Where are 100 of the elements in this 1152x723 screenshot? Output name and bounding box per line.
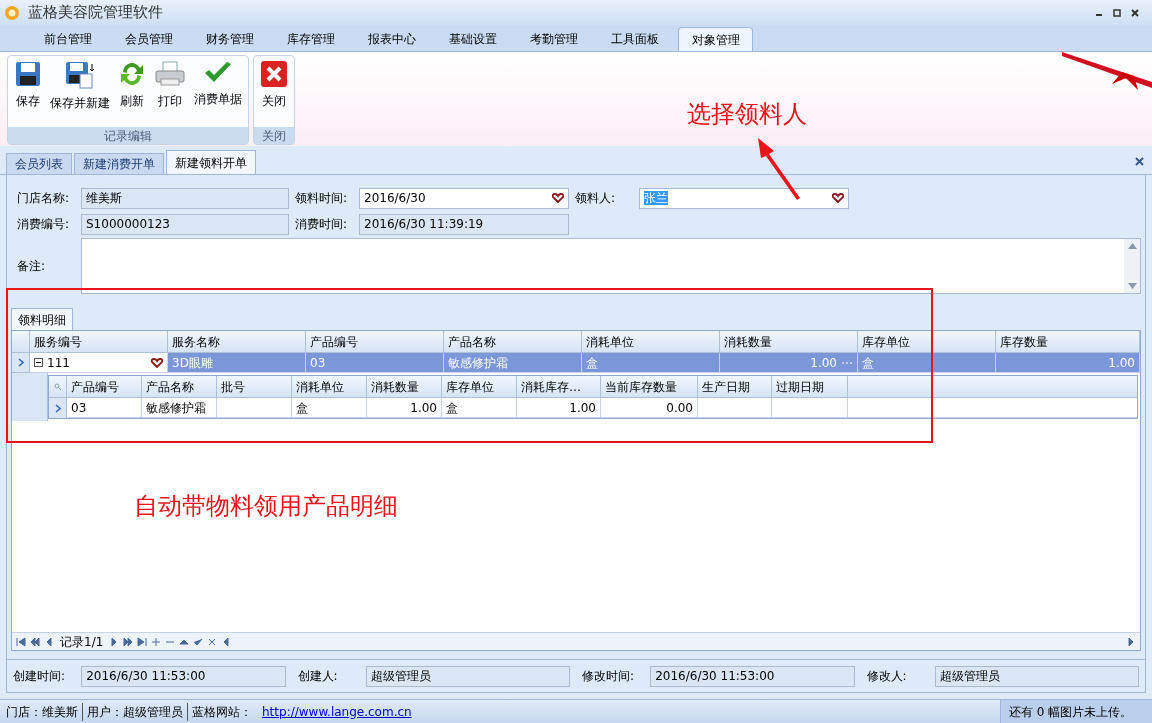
column-header[interactable]: 产品名称 xyxy=(444,331,582,353)
first-page-icon[interactable] xyxy=(16,636,26,647)
cell-text: 盒 xyxy=(446,399,458,417)
column-header[interactable]: 库存单位 xyxy=(442,376,517,398)
cell-text: 03 xyxy=(310,354,326,372)
menu-tab[interactable]: 财务管理 xyxy=(192,27,267,51)
column-header[interactable]: 批号 xyxy=(217,376,292,398)
previous-page-icon[interactable] xyxy=(30,636,40,647)
annotation-text: 自动带物料领用产品明细 xyxy=(134,491,398,522)
column-header[interactable]: 生产日期 xyxy=(698,376,772,398)
cell-text: 3D眼雕 xyxy=(172,354,213,372)
column-header[interactable]: 过期日期 xyxy=(772,376,848,398)
menu-tab[interactable]: 库存管理 xyxy=(273,27,348,51)
input-field[interactable]: 2016/6/30 11:53:00 xyxy=(81,665,286,687)
menu-tab[interactable]: 考勤管理 xyxy=(516,27,591,51)
field-value: 2016/6/30 11:53:00 xyxy=(655,668,776,685)
last-page-icon[interactable] xyxy=(137,636,148,647)
document-tab[interactable]: 新建消费开单 xyxy=(74,153,164,174)
flower-logo-icon xyxy=(4,4,20,21)
input-field[interactable]: 2016/6/30 11:53:00 xyxy=(650,665,855,687)
cell-text: 敏感修护霜 xyxy=(146,399,206,417)
field-label: 消费编号: xyxy=(16,216,71,233)
cell-text: 盒 xyxy=(862,354,874,372)
scrollbar[interactable] xyxy=(1124,239,1140,293)
cell-text: 1.00 xyxy=(1108,354,1135,372)
check-icon[interactable] xyxy=(193,636,204,647)
chevron-right-icon xyxy=(17,358,24,367)
collapse-icon[interactable] xyxy=(34,358,43,367)
cell-text: 03 xyxy=(71,399,87,417)
scroll-down-icon[interactable] xyxy=(1127,283,1137,289)
plus-icon[interactable] xyxy=(151,636,162,647)
menu-tab[interactable]: 对象管理 xyxy=(678,27,753,51)
menu-tab[interactable]: 工具面板 xyxy=(597,27,672,51)
status-text: 蓝格网站： xyxy=(187,702,252,721)
heart-icon[interactable] xyxy=(552,193,564,203)
refresh-icon xyxy=(118,60,146,88)
scroll-left-icon[interactable] xyxy=(221,636,232,647)
ribbon-button[interactable]: 保存 xyxy=(12,60,44,120)
heart-icon[interactable] xyxy=(832,193,844,203)
document-tab[interactable]: 新建领料开单 xyxy=(166,150,256,174)
cell-text: 1.00 xyxy=(569,399,596,417)
input-field[interactable]: 超级管理员 xyxy=(934,665,1139,687)
ribbon-button[interactable]: 保存并新建 xyxy=(48,60,112,120)
column-header[interactable]: 服务编号 xyxy=(30,331,168,353)
input-field[interactable]: 2016/6/30 11:39:19 xyxy=(359,213,569,235)
ribbon-group-label: 关闭 xyxy=(254,127,294,144)
scroll-up-icon[interactable] xyxy=(1127,243,1137,249)
column-header[interactable]: 库存数量 xyxy=(996,331,1140,353)
field-label: 领料人: xyxy=(575,190,617,207)
field-value: 2016/6/30 11:39:19 xyxy=(364,216,485,233)
cross-icon[interactable] xyxy=(207,636,218,647)
detail-tab[interactable]: 领料明细 xyxy=(11,308,73,330)
column-header[interactable]: 产品编号 xyxy=(67,376,142,398)
close-icon[interactable] xyxy=(1130,7,1140,18)
column-header[interactable]: 服务名称 xyxy=(168,331,306,353)
input-field[interactable]: S1000000123 xyxy=(81,213,289,235)
ribbon-button[interactable]: 消费单据 xyxy=(192,60,244,120)
scroll-right-icon[interactable] xyxy=(1126,636,1136,647)
field-value: S1000000123 xyxy=(86,216,171,233)
menu-tab[interactable]: 前台管理 xyxy=(30,27,105,51)
ribbon-button[interactable]: 刷新 xyxy=(116,60,148,120)
printer-icon xyxy=(154,60,186,88)
cell-text: 盒 xyxy=(296,399,308,417)
previous-icon[interactable] xyxy=(44,636,54,647)
ribbon-button[interactable]: 打印 xyxy=(152,60,188,120)
cell-text: 111 xyxy=(47,354,71,372)
input-field[interactable]: 维美斯 xyxy=(81,187,289,209)
column-header[interactable]: 消耗数量 xyxy=(720,331,858,353)
next-page-icon[interactable] xyxy=(123,636,134,647)
restore-icon[interactable] xyxy=(1112,7,1122,18)
menu-tab[interactable]: 报表中心 xyxy=(354,27,429,51)
column-header[interactable]: 消耗单位 xyxy=(582,331,720,353)
input-field[interactable]: 超级管理员 xyxy=(365,665,570,687)
menu-tab[interactable]: 会员管理 xyxy=(111,27,186,51)
website-link[interactable]: http://www.lange.com.cn xyxy=(262,702,412,721)
cell-text: 盒 xyxy=(586,354,598,372)
column-header[interactable]: 产品编号 xyxy=(306,331,444,353)
input-field[interactable]: 2016/6/30 xyxy=(359,187,569,209)
heart-icon[interactable] xyxy=(151,357,163,368)
ribbon-button[interactable]: 关闭 xyxy=(258,60,290,120)
close-icon[interactable] xyxy=(1135,157,1144,166)
header-corner xyxy=(12,331,30,353)
column-header[interactable]: 产品名称 xyxy=(142,376,217,398)
column-header[interactable]: 消耗单位 xyxy=(292,376,367,398)
ribbon-group-label: 记录编辑 xyxy=(8,127,248,144)
column-header[interactable]: 当前库存数量 xyxy=(601,376,698,398)
row-indicator[interactable] xyxy=(49,398,67,418)
document-tab[interactable]: 会员列表 xyxy=(6,153,72,174)
field-value: 超级管理员 xyxy=(370,668,432,685)
status-text: 用户：超级管理员 xyxy=(82,702,183,721)
column-header[interactable]: 库存单位 xyxy=(858,331,996,353)
upload-status: 还有 0 幅图片未上传。 xyxy=(1000,699,1152,723)
field-label: 消费时间: xyxy=(295,216,349,233)
field-label: 门店名称: xyxy=(16,190,71,207)
cell-text: 1.00 xyxy=(810,354,837,372)
column-header[interactable]: 消耗库存… xyxy=(517,376,601,398)
note-field[interactable] xyxy=(81,238,1141,294)
column-header[interactable]: 消耗数量 xyxy=(367,376,442,398)
row-indicator[interactable] xyxy=(12,353,30,373)
menu-tab[interactable]: 基础设置 xyxy=(435,27,510,51)
